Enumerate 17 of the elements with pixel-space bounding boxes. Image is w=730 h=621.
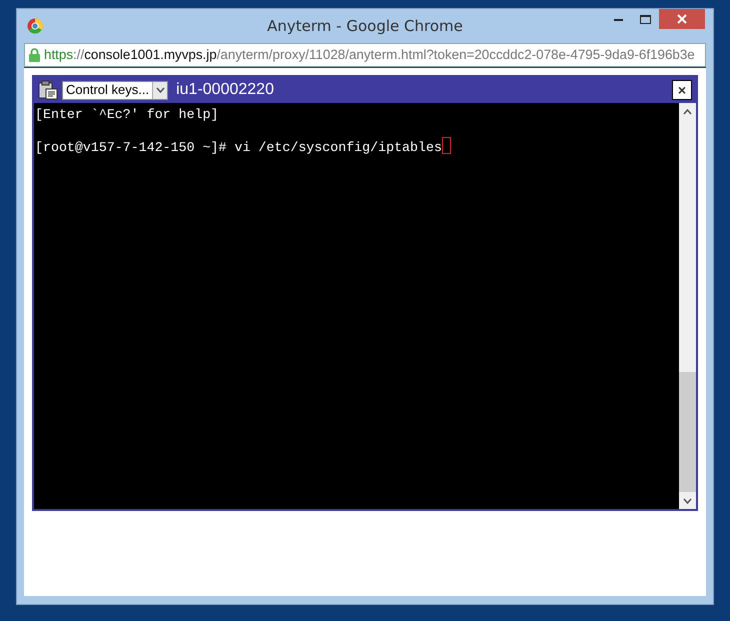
- close-button[interactable]: [659, 9, 705, 29]
- maximize-icon: [640, 14, 651, 24]
- scroll-up-icon[interactable]: [683, 108, 692, 114]
- minimize-icon: [614, 18, 623, 20]
- browser-logo-icon: [27, 18, 43, 34]
- close-icon: [677, 14, 687, 24]
- scrollbar[interactable]: [679, 103, 696, 509]
- terminal-line: [root@v157-7-142-150 ~]# vi /etc/sysconfig/iptables: [35, 140, 442, 155]
- window-title: Anyterm - Google Chrome: [267, 16, 463, 37]
- control-keys-dropdown[interactable]: Control keys...: [62, 80, 168, 100]
- caret-icon: [156, 87, 165, 93]
- close-button[interactable]: ×: [672, 80, 692, 100]
- scroll-down-icon[interactable]: [683, 498, 692, 504]
- terminal-line: [Enter `^Ec?' for help]: [35, 107, 219, 122]
- scrollbar-thumb[interactable]: [679, 372, 696, 492]
- terminal-title: iu1-00002220: [176, 80, 274, 100]
- clipboard-icon: [38, 80, 58, 100]
